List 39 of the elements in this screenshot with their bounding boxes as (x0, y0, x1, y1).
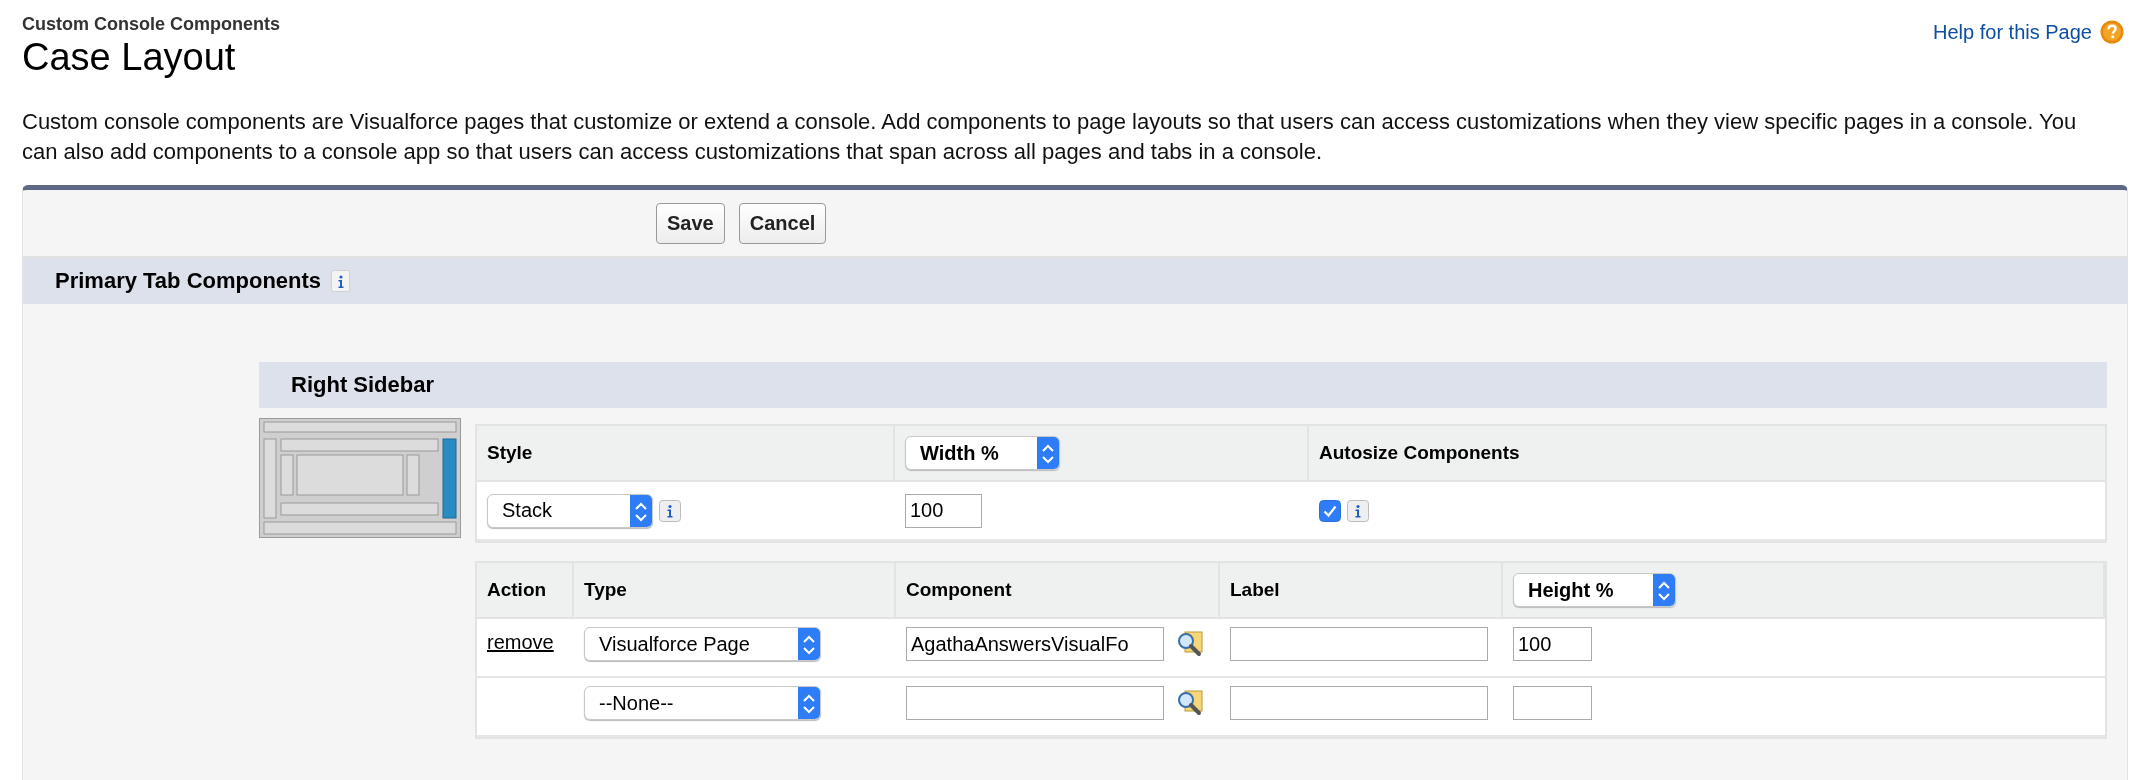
chevron-icon (798, 628, 820, 660)
width-unit-select[interactable]: Width % (905, 436, 1060, 470)
section-title: Primary Tab Components (55, 268, 322, 294)
chevron-icon (630, 494, 652, 527)
info-icon[interactable] (331, 270, 351, 292)
chevron-icon (798, 687, 820, 719)
info-icon[interactable] (659, 499, 681, 522)
type-select[interactable]: Visualforce Page (584, 627, 821, 661)
component-input[interactable] (906, 686, 1164, 720)
column-header: Style (487, 442, 533, 464)
page-title: Case Layout (22, 35, 237, 79)
help-icon[interactable] (2100, 20, 2124, 44)
column-header: Label (1230, 579, 1280, 601)
chevron-icon (1653, 574, 1675, 606)
height-unit-select[interactable]: Height % (1513, 573, 1676, 607)
height-input[interactable]: 100 (1513, 627, 1592, 661)
label-input[interactable] (1230, 686, 1488, 720)
cancel-button[interactable]: Cancel (738, 202, 827, 244)
height-input[interactable] (1513, 686, 1592, 720)
search-icon[interactable] (1176, 690, 1204, 716)
style-select[interactable]: Stack (487, 493, 653, 528)
info-icon[interactable] (1347, 499, 1369, 522)
width-input[interactable]: 100 (905, 493, 982, 528)
type-select[interactable]: --None-- (584, 686, 821, 720)
save-button[interactable]: Save (656, 202, 725, 244)
breadcrumb-title: Custom Console Components (22, 14, 280, 35)
column-header: Action (487, 579, 547, 601)
chevron-icon (1037, 437, 1059, 469)
subsection-title: Right Sidebar (291, 372, 434, 398)
label-input[interactable] (1230, 627, 1488, 661)
remove-link[interactable]: remove (487, 627, 554, 654)
description-text: Custom console components are Visualforce pages that customize or extend a console. Add components to page layouts so that users can access customizations when they view specific pages in a console. You can also add components to a console app so that users can access customizations that span across all pages and tabs in a console. (22, 108, 2078, 166)
search-icon[interactable] (1176, 631, 1204, 657)
column-header: Component (906, 579, 1012, 601)
autosize-checkbox[interactable] (1319, 499, 1341, 522)
column-header: Autosize Components (1319, 442, 1520, 464)
column-header: Type (584, 579, 627, 601)
component-input[interactable]: AgathaAnswersVisualFo (906, 627, 1164, 661)
help-link[interactable]: Help for this Page (1933, 20, 2092, 44)
